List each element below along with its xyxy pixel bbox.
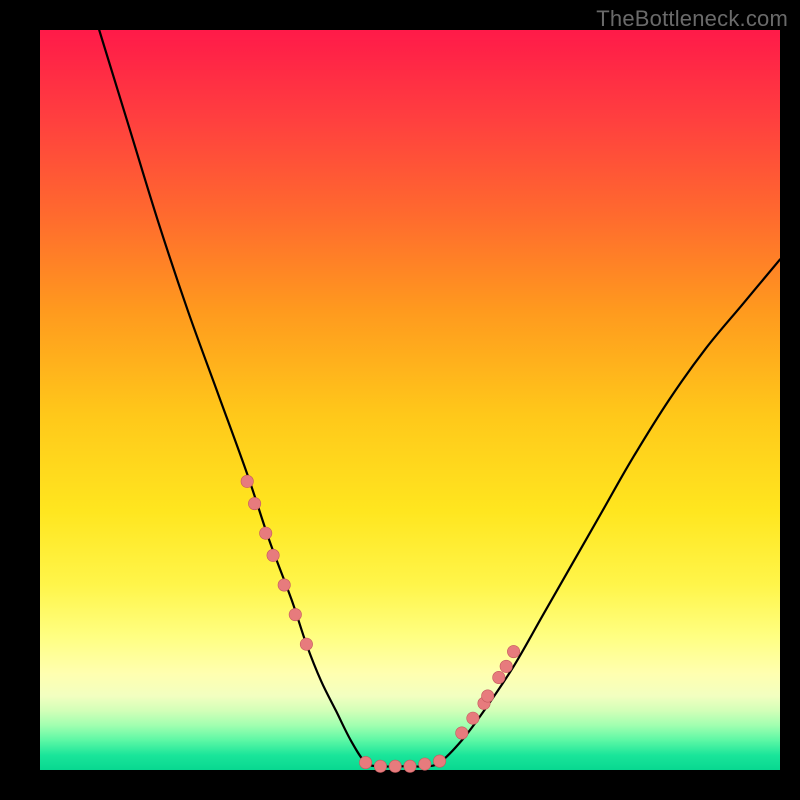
data-point [456,727,468,739]
data-point [507,645,519,657]
data-point [374,760,386,772]
bottleneck-curve [99,30,780,767]
curve-group [99,30,780,767]
chart-svg [40,30,780,770]
data-point [389,760,401,772]
watermark-text: TheBottleneck.com [596,6,788,32]
data-point [493,671,505,683]
data-point [241,475,253,487]
data-point [260,527,272,539]
data-point [433,755,445,767]
data-point [289,608,301,620]
data-point [404,760,416,772]
data-point [300,638,312,650]
data-point [267,549,279,561]
data-point [248,497,260,509]
data-point [278,579,290,591]
data-point [419,758,431,770]
scatter-group [241,475,520,772]
data-point [500,660,512,672]
data-point [359,756,371,768]
data-point [482,690,494,702]
data-point [467,712,479,724]
plot-area [40,30,780,770]
outer-frame: TheBottleneck.com [0,0,800,800]
